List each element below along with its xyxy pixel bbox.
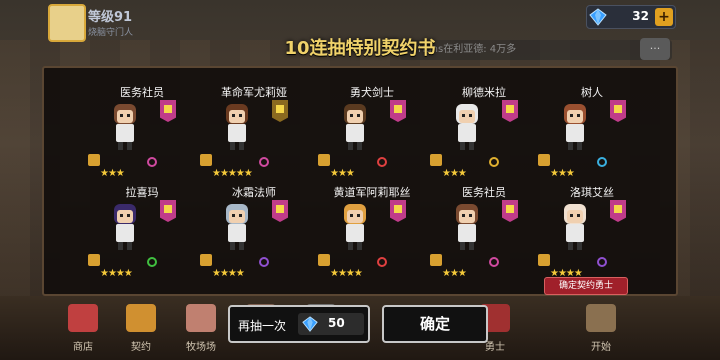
class-badge-icon [502, 200, 518, 222]
class-badge-icon [390, 100, 406, 122]
class-badge-icon [160, 100, 176, 122]
hero-sprite [114, 204, 136, 250]
hero-name: 柳德米拉 [462, 86, 506, 99]
star-rating: ★★★ [330, 168, 355, 179]
class-badge-icon [610, 100, 626, 122]
hero-card[interactable]: 革命军尤莉娅 ★★★★★ [200, 84, 306, 184]
contract-icon [126, 304, 156, 332]
nav-label: 商店 [73, 342, 93, 353]
nav-label: 牧场场 [186, 342, 216, 353]
class-badge-icon [160, 200, 176, 222]
scroll-icon [538, 154, 550, 166]
reroll-cost: 50 [328, 316, 345, 330]
hero-name: 树人 [581, 86, 603, 99]
weapon-icon [147, 257, 157, 267]
scroll-icon [200, 254, 212, 266]
class-badge-icon [502, 100, 518, 122]
scroll-icon [318, 254, 330, 266]
nav-item-3[interactable]: 牧场场 [176, 302, 226, 358]
weapon-icon [489, 157, 499, 167]
hero-name: 革命军尤莉娅 [221, 86, 287, 99]
star-rating: ★★★ [442, 268, 467, 279]
hero-name: 医务社员 [462, 186, 506, 199]
start-icon [586, 304, 616, 332]
nav-item-1[interactable]: 商店 [58, 302, 108, 358]
weapon-icon [259, 257, 269, 267]
weapon-icon [489, 257, 499, 267]
hero-sprite [564, 104, 586, 150]
hero-card[interactable]: 医务社员 ★★★ [88, 84, 194, 184]
hero-card[interactable]: 树人 ★★★ [538, 84, 644, 184]
hero-sprite [226, 204, 248, 250]
nav-item-2[interactable]: 契约 [116, 302, 166, 358]
class-badge-icon [272, 200, 288, 222]
nav-item-7[interactable]: 开始 [576, 302, 626, 358]
contract-results-panel: 医务社员 ★★★ 革命军尤莉娅 ★★★★★ 勇犬剑士 ★★★ 柳德米拉 ★★★ 树人 ★★★ 拉喜玛… [42, 66, 678, 296]
star-rating: ★★★★ [212, 268, 245, 279]
dialog-title: 10连抽特别契约书 [284, 38, 436, 59]
star-rating: ★★★ [100, 168, 125, 179]
scroll-icon [88, 154, 100, 166]
reroll-cost-box: 50 [298, 313, 364, 335]
scroll-icon [200, 154, 212, 166]
weapon-icon [597, 157, 607, 167]
hero-sprite [344, 204, 366, 250]
reroll-label: 再抽一次 [238, 319, 287, 333]
class-badge-icon [610, 200, 626, 222]
nav-label: 开始 [591, 342, 611, 353]
weapon-icon [147, 157, 157, 167]
hero-sprite [114, 104, 136, 150]
weapon-icon [377, 157, 387, 167]
scroll-icon [430, 254, 442, 266]
hero-sprite [456, 104, 478, 150]
scroll-icon [88, 254, 100, 266]
weapon-icon [597, 257, 607, 267]
hero-sprite [226, 104, 248, 150]
nav-label: 契约 [131, 342, 151, 353]
scroll-icon [318, 154, 330, 166]
star-rating: ★★★★ [330, 268, 363, 279]
ranch-icon [186, 304, 216, 332]
gem-icon [302, 316, 318, 332]
reroll-button[interactable]: 再抽一次 50 [228, 305, 370, 343]
gem-count: 32 [632, 9, 649, 23]
star-rating: ★★★ [442, 168, 467, 179]
hero-name: 黄道军阿莉耶丝 [333, 186, 411, 199]
hero-name: 勇犬剑士 [350, 86, 394, 99]
hero-card[interactable]: 拉喜玛 ★★★★ [88, 184, 194, 284]
hero-sprite [564, 204, 586, 250]
star-rating: ★★★★★ [212, 168, 253, 179]
hero-name: 医务社员 [120, 86, 164, 99]
scroll-icon [430, 154, 442, 166]
star-rating: ★★★★ [100, 268, 133, 279]
hero-card[interactable]: 勇犬剑士 ★★★ [318, 84, 424, 184]
hero-name: 洛琪艾丝 [570, 186, 614, 199]
gem-icon [589, 8, 607, 26]
hero-name: 冰霜法师 [232, 186, 276, 199]
add-gems-button[interactable]: + [655, 8, 673, 26]
gem-counter: 32 + [586, 5, 676, 29]
hero-card[interactable]: 医务社员 ★★★ [430, 184, 536, 284]
weapon-icon [377, 257, 387, 267]
hero-name: 拉喜玛 [125, 186, 159, 199]
player-level: 等级91 [88, 10, 133, 25]
hero-card[interactable]: 黄道军阿莉耶丝 ★★★★ [318, 184, 424, 284]
class-badge-icon [390, 200, 406, 222]
star-rating: ★★★ [550, 168, 575, 179]
confirm-hero-banner: 确定契约勇士 [544, 277, 628, 295]
shop-icon [68, 304, 98, 332]
hero-card[interactable]: 冰霜法师 ★★★★ [200, 184, 306, 284]
scroll-icon [538, 254, 550, 266]
hero-sprite [344, 104, 366, 150]
weapon-icon [259, 157, 269, 167]
hero-card[interactable]: 柳德米拉 ★★★ [430, 84, 536, 184]
hero-sprite [456, 204, 478, 250]
class-badge-icon [272, 100, 288, 122]
confirm-button[interactable]: 确定 [382, 305, 488, 343]
hero-card[interactable]: 洛琪艾丝 ★★★★ [538, 184, 644, 284]
